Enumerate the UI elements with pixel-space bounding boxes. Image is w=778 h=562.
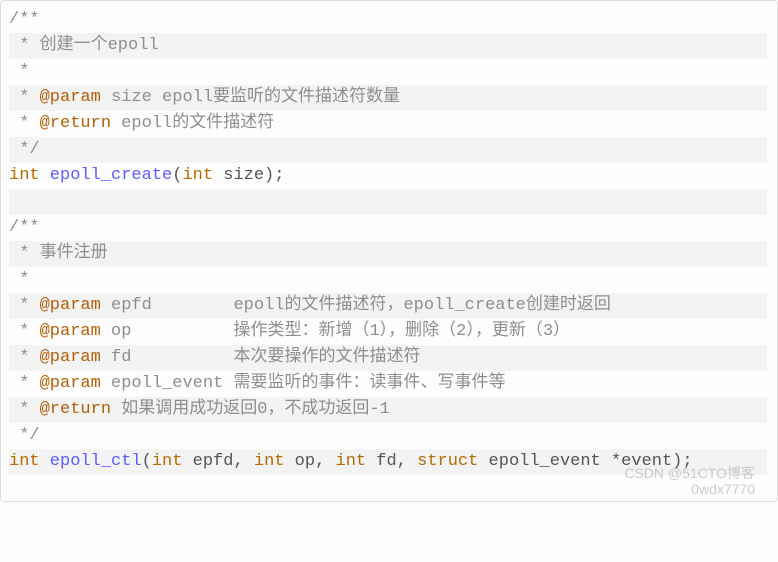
doc-close: */ <box>9 137 767 163</box>
doc-line: * <box>9 59 767 85</box>
blank-line <box>9 189 767 215</box>
doc-param: * @param fd 本次要操作的文件描述符 <box>9 345 767 371</box>
doc-param: * @param epoll_event 需要监听的事件：读事件、写事件等 <box>9 371 767 397</box>
doc-open: /** <box>9 7 767 33</box>
doc-open: /** <box>9 215 767 241</box>
doc-param: * @param epfd epoll的文件描述符，epoll_create创建… <box>9 293 767 319</box>
doc-param: * @param size epoll要监听的文件描述符数量 <box>9 85 767 111</box>
func-signature-epoll-create: int epoll_create(int size); <box>9 163 767 189</box>
doc-line: * 创建一个epoll <box>9 33 767 59</box>
doc-line: * <box>9 267 767 293</box>
doc-param: * @param op 操作类型：新增（1），删除（2），更新（3） <box>9 319 767 345</box>
doc-return: * @return epoll的文件描述符 <box>9 111 767 137</box>
doc-return: * @return 如果调用成功返回0，不成功返回-1 <box>9 397 767 423</box>
doc-line: * 事件注册 <box>9 241 767 267</box>
doc-close: */ <box>9 423 767 449</box>
watermark: CSDN @51CTO博客 0wdx7770 <box>624 465 755 497</box>
code-block: /** * 创建一个epoll * * @param size epoll要监听… <box>0 0 778 502</box>
